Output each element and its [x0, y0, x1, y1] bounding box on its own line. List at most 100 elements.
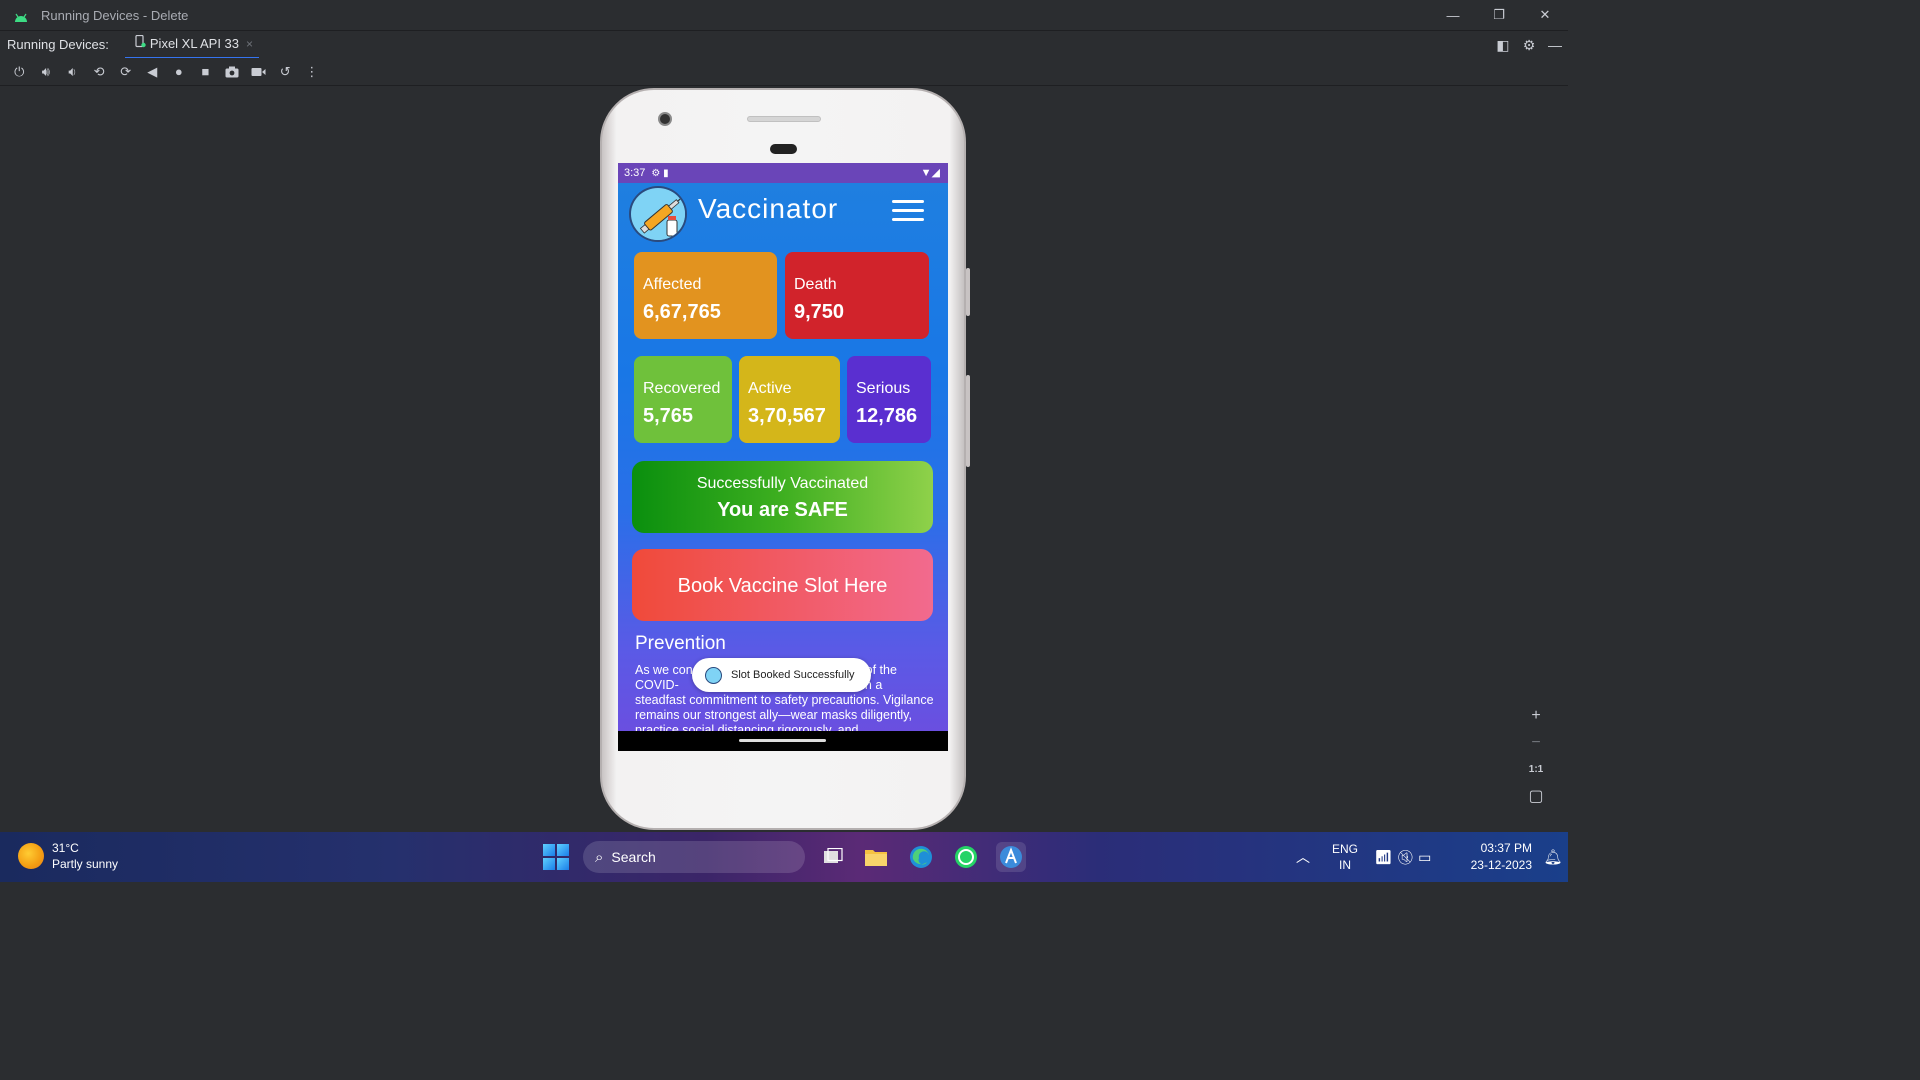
reset-icon[interactable]: ↺: [272, 60, 299, 84]
gear-icon[interactable]: ⚙: [1516, 37, 1542, 54]
vaccination-status-box: Successfully Vaccinated You are SAFE: [632, 461, 933, 533]
language-indicator[interactable]: ENG IN: [1320, 841, 1370, 873]
rotate-right-icon[interactable]: ⟳: [112, 60, 139, 84]
volume-down-icon[interactable]: 🔉︎: [59, 60, 86, 84]
hamburger-menu-button[interactable]: [892, 200, 924, 222]
tab-label: Pixel XL API 33: [149, 36, 240, 51]
affected-label: Affected: [643, 276, 702, 293]
language-code: ENG: [1331, 842, 1358, 856]
windows-taskbar: 31°C Partly sunny ⌕ Search ︿ ENG IN 📶︎🔇︎…: [0, 832, 1568, 882]
recovered-card: Recovered 5,765: [634, 356, 732, 443]
recovered-value: 5,765: [643, 405, 694, 427]
more-options-icon[interactable]: ⋮: [299, 60, 326, 84]
death-label: Death: [794, 276, 837, 293]
book-vaccine-slot-button[interactable]: Book Vaccine Slot Here: [632, 549, 933, 621]
phone-speaker: [747, 116, 821, 122]
minimize-icon: —: [1446, 7, 1460, 23]
safe-status-line: You are SAFE: [717, 499, 848, 521]
home-icon[interactable]: ●: [166, 60, 193, 84]
rotate-left-icon[interactable]: ⟲: [86, 60, 113, 84]
weather-temperature: 31°C: [52, 841, 79, 855]
phone-volume-button: [966, 375, 970, 467]
taskbar-search[interactable]: ⌕ Search: [583, 841, 805, 873]
serious-value: 12,786: [856, 405, 918, 427]
app-icon: [705, 666, 722, 684]
weather-widget[interactable]: 31°C Partly sunny: [18, 840, 118, 872]
minimize-button[interactable]: —: [1430, 0, 1476, 30]
running-devices-tabbar: Running Devices: Pixel XL API 33 × ◧ ⚙ —: [0, 30, 1568, 59]
active-card: Active 3,70,567: [739, 356, 840, 443]
region-code: IN: [1339, 858, 1351, 872]
restore-button[interactable]: ❐: [1476, 0, 1522, 30]
vaccinator-logo: [629, 186, 687, 242]
show-hidden-icons[interactable]: ︿: [1286, 847, 1320, 867]
zoom-controls: + − 1:1 ▢: [1524, 702, 1548, 810]
signal-icon: ▼◢: [920, 167, 940, 179]
phone-screen[interactable]: 3:37 ⚙ ▮ ▼◢ Vaccinator Affected 6,67,765…: [618, 163, 948, 751]
phone-side-button: [966, 268, 970, 316]
device-icon: [135, 34, 146, 53]
android-studio-icon: [14, 10, 28, 22]
edge-browser-icon[interactable]: [906, 842, 936, 872]
serious-label: Serious: [856, 380, 911, 397]
phone-earpiece: [770, 144, 797, 154]
hide-panel-icon[interactable]: —: [1542, 37, 1568, 53]
affected-card: Affected 6,67,765: [634, 252, 777, 339]
restore-icon: ❐: [1493, 7, 1505, 22]
back-icon[interactable]: ◀: [139, 60, 166, 84]
vaccination-status-line: Successfully Vaccinated: [696, 475, 869, 492]
app-title: Vaccinator: [698, 193, 839, 224]
notification-bell-icon[interactable]: 🔔︎: [1538, 848, 1568, 866]
weather-description: Partly sunny: [52, 857, 119, 871]
gesture-handle[interactable]: [739, 739, 826, 742]
affected-value: 6,67,765: [643, 301, 721, 323]
device-display-area: 3:37 ⚙ ▮ ▼◢ Vaccinator Affected 6,67,765…: [0, 86, 1568, 832]
emulator-toolbar: ⏻ 🔊︎ 🔉︎ ⟲ ⟳ ◀ ● ■ ↺ ⋮: [0, 58, 1568, 86]
prevention-heading: Prevention: [635, 633, 726, 654]
toast-message: Slot Booked Successfully: [692, 658, 871, 692]
clock[interactable]: 03:37 PM 23-12-2023: [1440, 840, 1538, 874]
android-studio-taskbar-icon[interactable]: [996, 842, 1026, 872]
window-title-bar: Running Devices - Delete — ❐ ✕: [0, 0, 1568, 30]
death-card: Death 9,750: [785, 252, 929, 339]
active-label: Active: [748, 380, 792, 397]
active-value: 3,70,567: [748, 405, 826, 427]
screen-record-icon[interactable]: [245, 60, 272, 84]
window-title: Running Devices - Delete: [41, 7, 189, 23]
overview-icon[interactable]: ■: [192, 60, 219, 84]
fit-screen-icon[interactable]: ▢: [1528, 783, 1543, 810]
start-button[interactable]: [543, 844, 569, 870]
close-window-button[interactable]: ✕: [1522, 0, 1568, 30]
android-nav-bar: [618, 731, 948, 751]
partly-sunny-icon: [18, 843, 44, 869]
zoom-out-icon[interactable]: −: [1531, 729, 1540, 756]
layout-icon[interactable]: ◧: [1490, 37, 1516, 54]
serious-card: Serious 12,786: [847, 356, 931, 443]
status-time: 3:37: [624, 167, 646, 179]
whatsapp-icon[interactable]: [951, 842, 981, 872]
window-controls: — ❐ ✕: [1430, 0, 1568, 30]
actual-size-button[interactable]: 1:1: [1529, 756, 1543, 783]
power-icon[interactable]: ⏻: [6, 60, 33, 84]
phone-frame: 3:37 ⚙ ▮ ▼◢ Vaccinator Affected 6,67,765…: [600, 88, 970, 830]
death-value: 9,750: [794, 301, 845, 323]
tab-close-icon[interactable]: ×: [246, 37, 253, 51]
tab-pixel-xl-api-33[interactable]: Pixel XL API 33 ×: [124, 31, 260, 59]
toast-text: Slot Booked Successfully: [731, 669, 855, 681]
file-explorer-icon[interactable]: [861, 842, 891, 872]
volume-up-icon[interactable]: 🔊︎: [33, 60, 60, 84]
task-view-icon[interactable]: [818, 842, 848, 872]
status-settings-icon: ⚙ ▮: [651, 167, 669, 179]
clock-date: 23-12-2023: [1470, 858, 1532, 872]
tabbar-actions: ◧ ⚙ —: [1490, 31, 1568, 59]
zoom-in-icon[interactable]: +: [1531, 702, 1540, 729]
search-label: Search: [611, 849, 656, 865]
running-devices-label: Running Devices:: [7, 37, 109, 52]
clock-time: 03:37 PM: [1480, 841, 1532, 855]
screenshot-icon[interactable]: [219, 60, 246, 84]
close-icon: ✕: [1539, 7, 1551, 22]
vaccinator-app: Vaccinator Affected 6,67,765 Death 9,750…: [618, 183, 948, 731]
wifi-volume-battery-icons[interactable]: 📶︎🔇︎▭: [1370, 849, 1440, 866]
system-tray: ︿ ENG IN 📶︎🔇︎▭ 03:37 PM 23-12-2023 🔔︎: [1286, 832, 1568, 882]
recovered-label: Recovered: [643, 380, 721, 397]
